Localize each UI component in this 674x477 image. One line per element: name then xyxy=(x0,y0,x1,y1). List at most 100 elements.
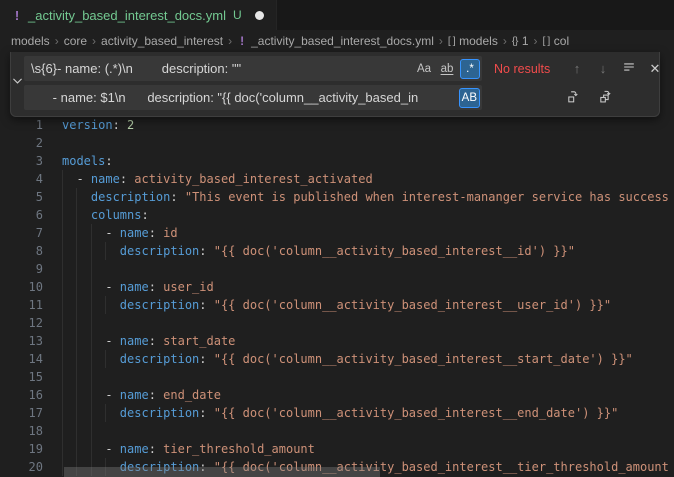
regex-button[interactable]: .* xyxy=(460,59,480,79)
line-content: description: "{{ doc('column__activity_b… xyxy=(62,350,633,368)
code-line[interactable]: 19 - name: tier_threshold_amount xyxy=(0,440,674,458)
indent-guide xyxy=(76,260,77,278)
horizontal-scrollbar[interactable] xyxy=(64,467,380,477)
line-number: 16 xyxy=(0,386,43,404)
line-number: 15 xyxy=(0,368,43,386)
code-line[interactable]: 18 xyxy=(0,422,674,440)
indent-guide xyxy=(91,404,92,422)
chevron-right-icon: › xyxy=(503,34,507,48)
line-number: 6 xyxy=(0,206,43,224)
indent-guide xyxy=(76,278,77,296)
breadcrumb-label: activity_based_interest xyxy=(101,34,223,48)
breadcrumb-label: models xyxy=(459,34,498,48)
match-case-button[interactable]: Aa xyxy=(414,59,434,79)
breadcrumb-item[interactable]: {}1 xyxy=(512,34,529,48)
indent-guide xyxy=(91,368,92,386)
code-line[interactable]: 9 xyxy=(0,260,674,278)
indent-guide xyxy=(62,242,63,260)
code-line[interactable]: 6 columns: xyxy=(0,206,674,224)
line-content: description: "{{ doc('column__activity_b… xyxy=(62,404,618,422)
find-results-count: No results xyxy=(494,62,556,76)
chevron-right-icon: › xyxy=(534,34,538,48)
line-number: 18 xyxy=(0,422,43,440)
next-match-button[interactable]: ↓ xyxy=(592,58,614,80)
line-content: - name: end_date xyxy=(62,386,221,404)
line-content: - name: tier_threshold_amount xyxy=(62,440,315,458)
indent-guide xyxy=(91,278,92,296)
indent-guide xyxy=(62,224,63,242)
indent-guide xyxy=(76,440,77,458)
indent-guide xyxy=(62,206,63,224)
breadcrumb-item[interactable]: [ ] col xyxy=(543,34,570,48)
indent-guide xyxy=(91,314,92,332)
yaml-file-icon: ! xyxy=(12,8,22,23)
indent-guide xyxy=(91,296,92,314)
breadcrumb-item[interactable]: !_activity_based_interest_docs.yml xyxy=(237,34,434,48)
indent-guide xyxy=(76,224,77,242)
breadcrumb-item[interactable]: activity_based_interest xyxy=(101,34,223,48)
preserve-case-button[interactable]: AB xyxy=(459,88,480,108)
indent-guide xyxy=(91,332,92,350)
line-content: description: "{{ doc('column__activity_b… xyxy=(62,296,611,314)
code-line[interactable]: 12 xyxy=(0,314,674,332)
chevron-right-icon: › xyxy=(55,34,59,48)
whole-word-button[interactable]: ab xyxy=(437,59,457,79)
code-line[interactable]: 13 - name: start_date xyxy=(0,332,674,350)
breadcrumb: models › core › activity_based_interest › !_ac… xyxy=(0,30,674,52)
replace-input[interactable]: - name: $1\n description: "{{ doc('colum… xyxy=(24,85,482,110)
code-line[interactable]: 15 xyxy=(0,368,674,386)
code-line[interactable]: 8 description: "{{ doc('column__activity… xyxy=(0,242,674,260)
replace-button[interactable] xyxy=(562,87,584,109)
git-status-badge: U xyxy=(233,8,242,22)
code-line[interactable]: 4 - name: activity_based_interest_activa… xyxy=(0,170,674,188)
close-button[interactable]: ✕ xyxy=(644,58,666,80)
indent-guide xyxy=(91,440,92,458)
code-line[interactable]: 17 description: "{{ doc('column__activit… xyxy=(0,404,674,422)
replace-all-button[interactable] xyxy=(594,87,616,109)
tab-filename: _activity_based_interest_docs.yml xyxy=(28,8,226,23)
code-line[interactable]: 5 description: "This event is published … xyxy=(0,188,674,206)
unsaved-changes-dot[interactable] xyxy=(255,11,264,20)
editor-tab[interactable]: ! _activity_based_interest_docs.yml U xyxy=(0,0,277,30)
toggle-replace-button[interactable] xyxy=(11,56,24,110)
line-number: 7 xyxy=(0,224,43,242)
breadcrumb-item[interactable]: core xyxy=(64,34,87,48)
line-content: models: xyxy=(62,152,113,170)
code-line[interactable]: 10 - name: user_id xyxy=(0,278,674,296)
indent-guide xyxy=(62,386,63,404)
indent-guide xyxy=(62,296,63,314)
line-number: 3 xyxy=(0,152,43,170)
breadcrumb-item[interactable]: [ ]models xyxy=(448,34,498,48)
array-symbol-icon: [ ] xyxy=(543,35,550,47)
vscode-window: ! _activity_based_interest_docs.yml U mo… xyxy=(0,0,674,477)
line-number: 20 xyxy=(0,458,43,476)
code-line[interactable]: 11 description: "{{ doc('column__activit… xyxy=(0,296,674,314)
find-in-selection-button[interactable] xyxy=(618,58,640,80)
indent-guide xyxy=(105,350,106,368)
breadcrumb-label: core xyxy=(64,34,87,48)
indent-guide xyxy=(62,278,63,296)
indent-guide xyxy=(62,368,63,386)
indent-guide xyxy=(62,404,63,422)
code-line[interactable]: 3 models: xyxy=(0,152,674,170)
breadcrumb-item[interactable]: models xyxy=(11,34,50,48)
line-number: 11 xyxy=(0,296,43,314)
indent-guide xyxy=(76,314,77,332)
indent-guide xyxy=(91,422,92,440)
chevron-right-icon: › xyxy=(439,34,443,48)
find-input[interactable]: \s{6}- name: (.*)\n description: "" Aa a… xyxy=(24,56,482,81)
indent-guide xyxy=(105,242,106,260)
replace-value-text: - name: $1\n description: "{{ doc('colum… xyxy=(24,90,482,105)
line-number: 2 xyxy=(0,134,43,152)
chevron-down-icon xyxy=(11,74,24,92)
indent-guide xyxy=(76,332,77,350)
code-line[interactable]: 2 xyxy=(0,134,674,152)
indent-guide xyxy=(76,350,77,368)
code-line[interactable]: 1version: 2 xyxy=(0,116,674,134)
code-line[interactable]: 7 - name: id xyxy=(0,224,674,242)
previous-match-button[interactable]: ↑ xyxy=(566,58,588,80)
code-line[interactable]: 16 - name: end_date xyxy=(0,386,674,404)
line-number: 13 xyxy=(0,332,43,350)
code-line[interactable]: 14 description: "{{ doc('column__activit… xyxy=(0,350,674,368)
breadcrumb-label: col xyxy=(554,34,569,48)
